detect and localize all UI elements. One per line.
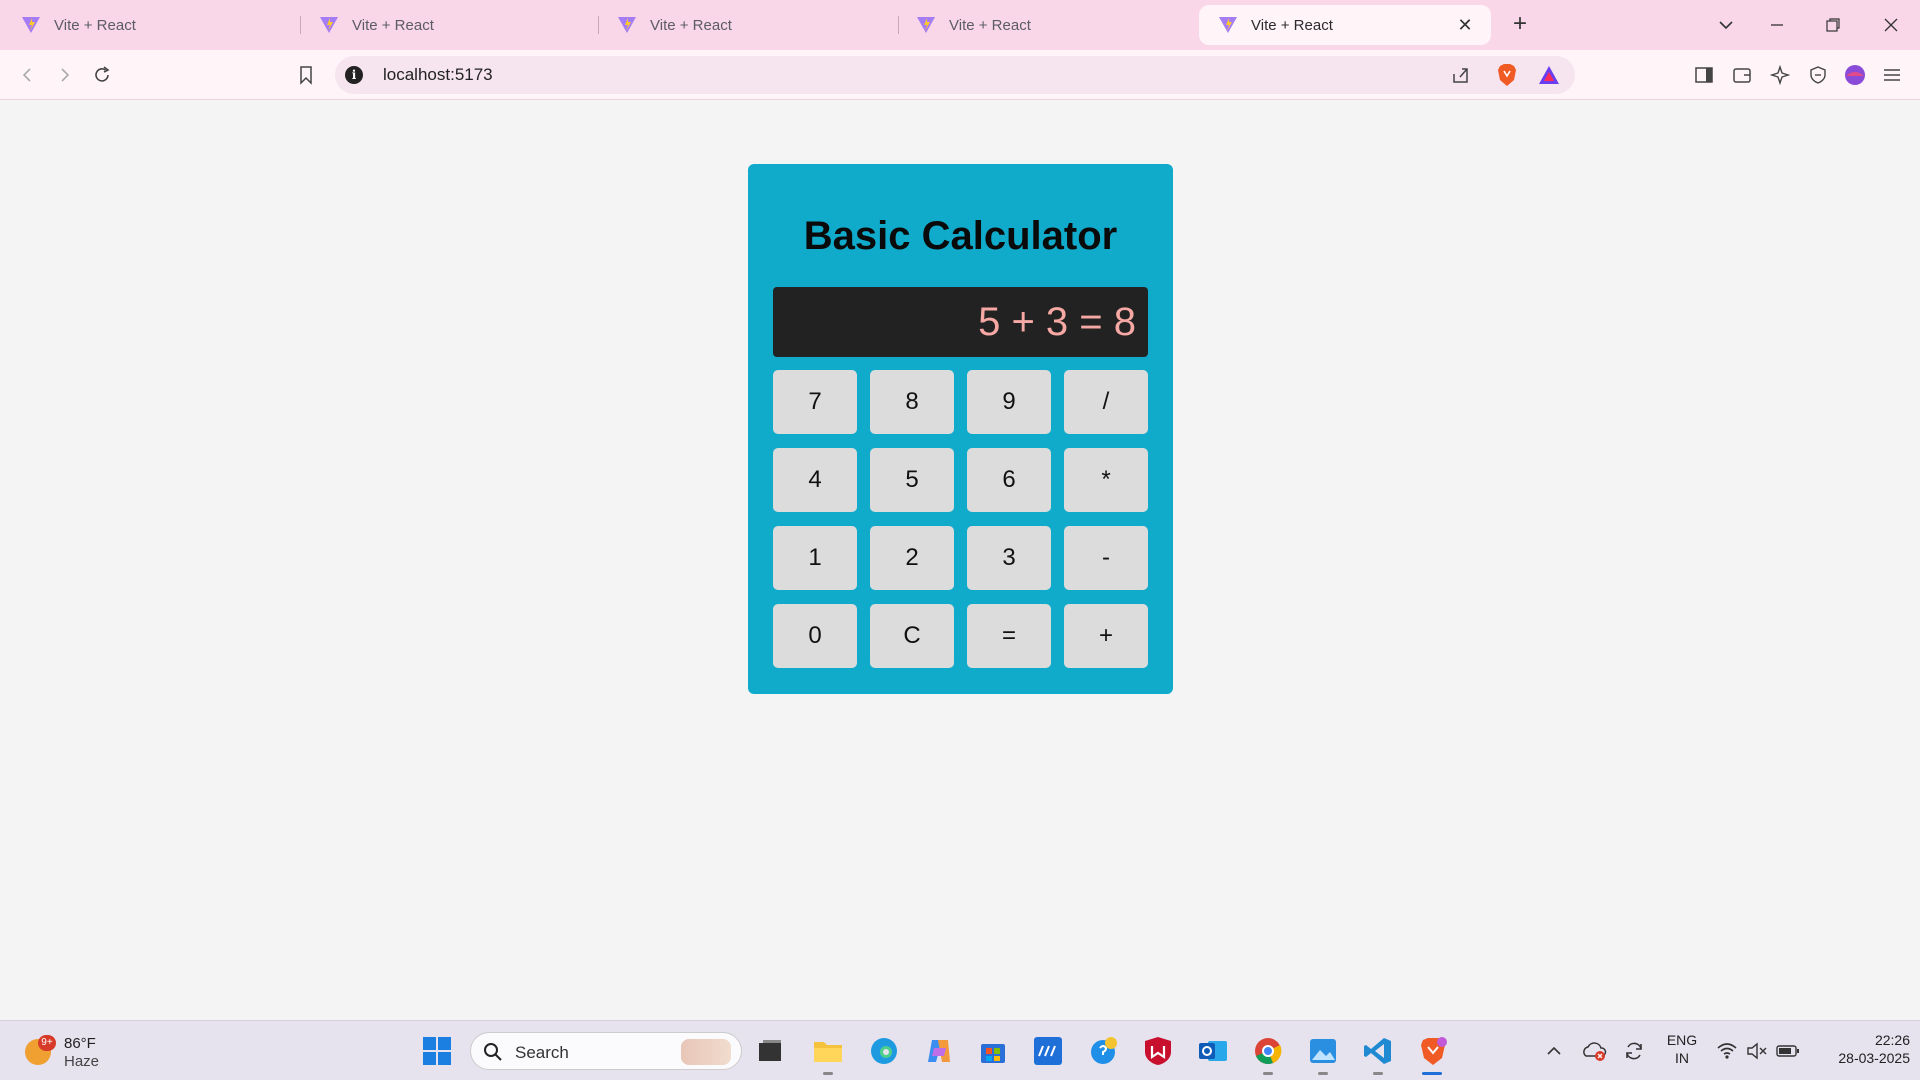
weather-temp: 86°F [64, 1035, 96, 1052]
key-3[interactable]: 3 [967, 526, 1051, 590]
sync-icon[interactable] [1620, 1037, 1648, 1065]
clock-time: 22:26 [1874, 1032, 1910, 1048]
tab-title: Vite + React [949, 16, 1031, 34]
leo-ai-icon[interactable] [1766, 62, 1794, 88]
vite-icon [1217, 14, 1239, 36]
new-tab-button[interactable]: + [1505, 10, 1535, 40]
share-icon[interactable] [1447, 62, 1475, 88]
battery-icon[interactable] [1774, 1037, 1802, 1065]
help-icon[interactable] [1087, 1034, 1121, 1068]
key-7[interactable]: 7 [773, 370, 857, 434]
wallet-icon[interactable] [1728, 62, 1756, 88]
address-bar[interactable]: i localhost:5173 [335, 56, 1575, 94]
tab-title: Vite + React [352, 16, 434, 34]
menu-icon[interactable] [1878, 62, 1906, 88]
key-subtract[interactable]: - [1064, 526, 1148, 590]
vite-icon [318, 14, 340, 36]
tab-1[interactable]: Vite + React [2, 5, 294, 45]
key-9[interactable]: 9 [967, 370, 1051, 434]
copilot-icon[interactable] [922, 1034, 956, 1068]
back-arrow-icon[interactable] [14, 62, 42, 88]
keypad: 7 8 9 / 4 5 6 * 1 2 3 - 0 C = + [773, 370, 1149, 668]
key-1[interactable]: 1 [773, 526, 857, 590]
key-divide[interactable]: / [1064, 370, 1148, 434]
search-highlight-image [681, 1039, 731, 1065]
tab-4[interactable]: Vite + React [897, 5, 1189, 45]
key-5[interactable]: 5 [870, 448, 954, 512]
microsoft-store-icon[interactable] [976, 1034, 1010, 1068]
key-clear[interactable]: C [870, 604, 954, 668]
key-add[interactable]: + [1064, 604, 1148, 668]
weather-widget[interactable]: 9+ 86°F Haze [20, 1031, 120, 1073]
tab-search-chevron-icon[interactable] [1706, 10, 1746, 40]
tab-title: Vite + React [650, 16, 732, 34]
onedrive-error-icon[interactable] [1580, 1037, 1608, 1065]
myhp-icon[interactable] [1031, 1034, 1065, 1068]
task-view-icon[interactable] [753, 1034, 787, 1068]
region-code: IN [1675, 1050, 1689, 1066]
key-equals[interactable]: = [967, 604, 1051, 668]
bookmark-icon[interactable] [292, 62, 320, 88]
sidebar-icon[interactable] [1690, 62, 1718, 88]
brave-browser-icon[interactable] [1416, 1034, 1450, 1068]
key-8[interactable]: 8 [870, 370, 954, 434]
notification-badge: 9+ [38, 1035, 56, 1051]
photos-icon[interactable] [1306, 1034, 1340, 1068]
windows-start-icon[interactable] [420, 1034, 454, 1068]
file-explorer-icon[interactable] [811, 1034, 845, 1068]
system-clock[interactable]: 22:26 28-03-2025 [1810, 1031, 1910, 1067]
reload-icon[interactable] [88, 62, 116, 88]
key-6[interactable]: 6 [967, 448, 1051, 512]
forward-arrow-icon[interactable] [50, 62, 78, 88]
calculator-display: 5 + 3 = 8 [773, 287, 1148, 357]
url-text[interactable]: localhost:5173 [383, 65, 493, 85]
tab-3[interactable]: Vite + React [598, 5, 890, 45]
volume-muted-icon[interactable] [1744, 1037, 1770, 1065]
tab-2[interactable]: Vite + React [300, 5, 592, 45]
active-app-indicator [1422, 1072, 1442, 1075]
site-info-icon[interactable]: i [345, 66, 363, 84]
key-2[interactable]: 2 [870, 526, 954, 590]
running-indicator [1373, 1072, 1383, 1075]
close-window-button[interactable] [1871, 10, 1911, 40]
brave-shields-icon[interactable] [1493, 62, 1521, 88]
tab-title: Vite + React [1251, 16, 1333, 34]
search-icon [483, 1042, 503, 1067]
edge-browser-icon[interactable] [867, 1034, 901, 1068]
taskbar: 9+ 86°F Haze Search ENG IN 22:26 28-03-2… [0, 1020, 1920, 1080]
vite-icon [20, 14, 42, 36]
input-language-indicator[interactable]: ENG IN [1662, 1031, 1702, 1067]
clock-date: 28-03-2025 [1838, 1050, 1910, 1066]
profile-avatar-icon[interactable] [1841, 62, 1869, 88]
language-code: ENG [1666, 1032, 1698, 1048]
wifi-icon[interactable] [1714, 1037, 1740, 1065]
vite-icon [616, 14, 638, 36]
tab-strip: Vite + React Vite + React Vite + React V… [0, 0, 1920, 50]
key-multiply[interactable]: * [1064, 448, 1148, 512]
search-placeholder: Search [515, 1043, 569, 1062]
taskbar-search-box[interactable]: Search [470, 1032, 742, 1070]
running-indicator [1318, 1072, 1328, 1075]
vpn-shield-icon[interactable] [1804, 62, 1832, 88]
key-0[interactable]: 0 [773, 604, 857, 668]
mcafee-icon[interactable] [1141, 1034, 1175, 1068]
calculator-card: Basic Calculator 5 + 3 = 8 7 8 9 / 4 5 6… [748, 164, 1173, 694]
calculator-title: Basic Calculator [803, 214, 1118, 258]
key-4[interactable]: 4 [773, 448, 857, 512]
close-tab-icon[interactable]: ✕ [1455, 15, 1475, 35]
vscode-icon[interactable] [1361, 1034, 1395, 1068]
tab-title: Vite + React [54, 16, 136, 34]
outlook-icon[interactable] [1196, 1034, 1230, 1068]
restore-button[interactable] [1813, 10, 1853, 40]
minimize-button[interactable] [1757, 10, 1797, 40]
brave-rewards-icon[interactable] [1535, 62, 1563, 88]
chrome-icon[interactable] [1251, 1034, 1285, 1068]
vite-icon [915, 14, 937, 36]
tab-5-active[interactable]: Vite + React ✕ [1199, 5, 1491, 45]
running-indicator [1263, 1072, 1273, 1075]
weather-condition: Haze [64, 1053, 100, 1070]
running-indicator [823, 1072, 833, 1075]
browser-toolbar: i localhost:5173 [0, 50, 1920, 100]
show-hidden-icons-chevron-icon[interactable] [1542, 1037, 1566, 1065]
